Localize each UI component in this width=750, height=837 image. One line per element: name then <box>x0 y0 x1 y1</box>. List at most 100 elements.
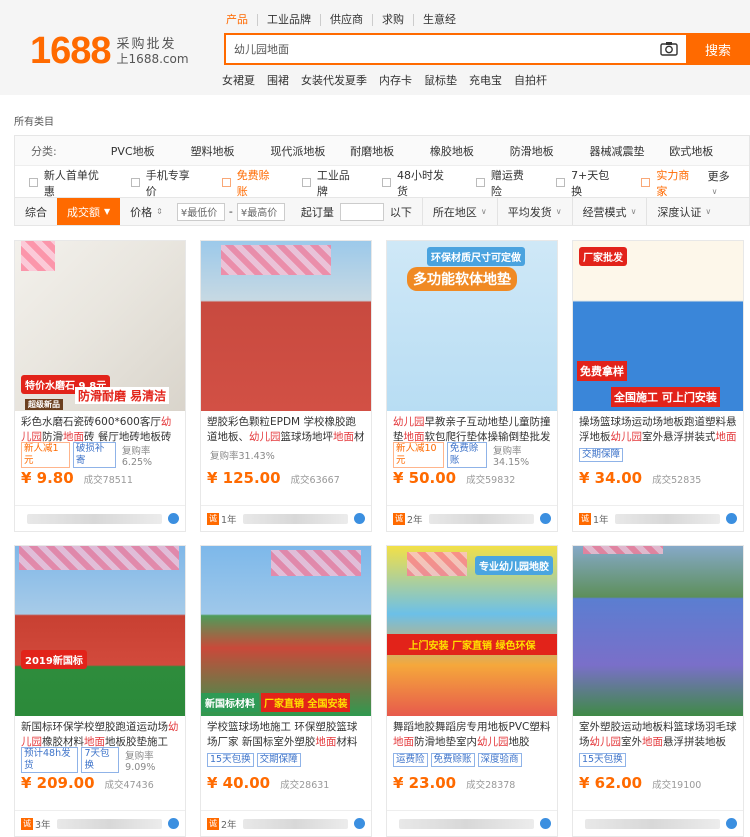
category-item[interactable]: 防滑地板 <box>510 143 590 159</box>
product-title[interactable]: 新国标环保学校塑胶跑道运动场幼儿园橡胶材料地面地板胶垫施工 <box>15 716 185 750</box>
tab-products[interactable]: 产品 <box>226 14 258 26</box>
shop-row[interactable]: 诚 2年 <box>387 505 557 531</box>
category-item[interactable]: 耐磨地板 <box>350 143 430 159</box>
product-image[interactable]: 厂家批发 免费拿样 全国施工 可上门安装 <box>573 241 743 411</box>
chat-icon[interactable] <box>354 818 365 829</box>
tab-suppliers[interactable]: 供应商 <box>321 14 373 26</box>
shop-row[interactable] <box>573 810 743 836</box>
product-title[interactable]: 塑胶彩色颗粒EPDM 学校橡胶跑道地板、幼儿园篮球场地坪地面材料 <box>201 411 371 445</box>
tab-industrial-brand[interactable]: 工业品牌 <box>258 14 321 26</box>
shop-name-blurred[interactable] <box>56 818 162 829</box>
filter-option[interactable]: 免费赊账 <box>221 167 280 199</box>
product-title[interactable]: 彩色水磨石瓷砖600*600客厅幼儿园防滑地面砖 餐厅地砖地板砖 <box>15 411 185 445</box>
business-mode-select[interactable]: 经营模式 ∨ <box>571 198 647 225</box>
checkbox[interactable] <box>556 178 566 187</box>
shop-name-blurred[interactable] <box>428 513 534 524</box>
product-title[interactable]: 室外塑胶运动地板料篮球场羽毛球场幼儿园室外地面悬浮拼装地板 <box>573 716 743 750</box>
sort-price[interactable]: 价格 ⇕ <box>120 198 173 225</box>
shop-name-blurred[interactable] <box>242 818 348 829</box>
sort-volume[interactable]: 成交额 ▼ <box>57 198 121 225</box>
shop-row[interactable] <box>387 810 557 836</box>
shop-name-blurred[interactable] <box>399 818 534 829</box>
category-item[interactable]: PVC地板 <box>111 143 191 159</box>
region-select[interactable]: 所在地区 ∨ <box>421 198 497 225</box>
shop-name-blurred[interactable] <box>614 513 720 524</box>
product-image[interactable] <box>201 241 371 411</box>
shipping-select[interactable]: 平均发货 ∨ <box>496 198 572 225</box>
shop-row[interactable] <box>15 505 185 531</box>
product-card[interactable]: 厂家批发 免费拿样 全国施工 可上门安装 操场篮球场运动场地板跑道塑料悬浮地板幼儿园室… <box>572 240 744 532</box>
max-price-input[interactable]: ¥最高价 <box>236 202 285 221</box>
chat-icon[interactable] <box>726 818 737 829</box>
search-input[interactable] <box>224 33 686 65</box>
chat-icon[interactable] <box>168 513 179 524</box>
category-item[interactable]: 器械减震垫 <box>589 143 669 159</box>
product-card[interactable]: 环保材质尺寸可定做 多功能软体地垫 幼儿园早教亲子互动地垫儿童防撞垫地面软包爬行垫体… <box>386 240 558 532</box>
shop-row[interactable]: 诚 1年 <box>201 505 371 531</box>
checkbox[interactable] <box>382 178 391 187</box>
camera-icon[interactable] <box>660 41 678 56</box>
product-card[interactable]: 室外塑胶运动地板料篮球场羽毛球场幼儿园室外地面悬浮拼装地板 15天包换 ¥ 62.0… <box>572 545 744 837</box>
hot-word[interactable]: 女裙夏 <box>222 72 255 88</box>
filter-option[interactable]: 实力商家 <box>641 167 699 199</box>
product-card[interactable]: 新国标材料 厂家直销 全国安装 学校篮球场地施工 环保塑胶篮球场厂家 新国标室外塑胶… <box>200 545 372 837</box>
product-title[interactable]: 操场篮球场运动场地板跑道塑料悬浮地板幼儿园室外悬浮拼装式地面 <box>573 411 743 445</box>
filter-option[interactable]: 工业品牌 <box>301 167 360 199</box>
tab-business-tips[interactable]: 生意经 <box>414 14 465 26</box>
checkbox[interactable] <box>641 178 651 187</box>
checkbox[interactable] <box>29 178 38 187</box>
product-image[interactable]: 新国标材料 厂家直销 全国安装 <box>201 546 371 716</box>
category-item[interactable]: 欧式地板 <box>669 143 749 159</box>
product-card[interactable]: 2019新国标 新国标环保学校塑胶跑道运动场幼儿园橡胶材料地面地板胶垫施工 预计48… <box>14 545 186 837</box>
filter-option[interactable]: 新人首单优惠 <box>29 167 109 199</box>
chat-icon[interactable] <box>354 513 365 524</box>
product-image[interactable]: 特价水磨石 9.8元 超级新品 防滑耐磨 易清洁 <box>15 241 185 411</box>
shop-row[interactable]: 诚 1年 <box>573 505 743 531</box>
shop-name-blurred[interactable] <box>242 513 348 524</box>
filter-option[interactable]: 赠运费险 <box>476 167 534 199</box>
certification-select[interactable]: 深度认证 ∨ <box>646 198 721 225</box>
breadcrumb[interactable]: 所有类目 <box>14 113 54 128</box>
checkbox[interactable] <box>476 178 485 187</box>
category-item[interactable]: 塑料地板 <box>191 143 271 159</box>
shop-name-blurred[interactable] <box>27 513 162 524</box>
category-item[interactable]: 橡胶地板 <box>430 143 510 159</box>
product-card[interactable]: 特价水磨石 9.8元 超级新品 防滑耐磨 易清洁 彩色水磨石瓷砖600*600客厅幼儿… <box>14 240 186 532</box>
product-image[interactable]: 环保材质尺寸可定做 多功能软体地垫 <box>387 241 557 411</box>
product-image[interactable]: 专业幼儿园地胶 上门安装 厂家直销 绿色环保 <box>387 546 557 716</box>
product-title[interactable]: 学校篮球场地施工 环保塑胶篮球场厂家 新国标室外塑胶地面材料 <box>201 716 371 750</box>
min-price-input[interactable]: ¥最低价 <box>176 202 225 221</box>
checkbox[interactable] <box>130 178 140 187</box>
product-title[interactable]: 幼儿园早教亲子互动地垫儿童防撞垫地面软包爬行垫体操输倒垫批发 <box>387 411 557 445</box>
chat-icon[interactable] <box>726 513 737 524</box>
checkbox[interactable] <box>221 178 231 187</box>
shop-row[interactable]: 诚 2年 <box>201 810 371 836</box>
filter-option[interactable]: 48小时发货 <box>382 167 454 199</box>
search-button[interactable]: 搜索 <box>686 33 750 65</box>
more-options-button[interactable]: 更多∨ <box>708 168 739 197</box>
logo[interactable]: 1688 采购批发 上1688.com <box>30 30 189 73</box>
product-image[interactable]: 2019新国标 <box>15 546 185 716</box>
hot-word[interactable]: 自拍杆 <box>514 72 547 88</box>
filter-option[interactable]: 7+天包换 <box>556 167 619 199</box>
tab-buying-requests[interactable]: 求购 <box>373 14 414 26</box>
moq-input[interactable] <box>339 202 384 221</box>
shop-name-blurred[interactable] <box>585 818 720 829</box>
filter-option[interactable]: 手机专享价 <box>130 167 200 199</box>
category-item[interactable]: 现代派地板 <box>270 143 350 159</box>
hot-word[interactable]: 女装代发夏季 <box>301 72 367 88</box>
hot-word[interactable]: 鼠标垫 <box>424 72 457 88</box>
checkbox[interactable] <box>301 178 311 187</box>
hot-word[interactable]: 内存卡 <box>379 72 412 88</box>
chat-icon[interactable] <box>540 818 551 829</box>
product-card[interactable]: 专业幼儿园地胶 上门安装 厂家直销 绿色环保 舞蹈地胶舞蹈房专用地板PVC塑料地面防… <box>386 545 558 837</box>
product-title[interactable]: 舞蹈地胶舞蹈房专用地板PVC塑料地面防滑地垫室内幼儿园地胶 <box>387 716 557 750</box>
chat-icon[interactable] <box>540 513 551 524</box>
product-card[interactable]: 塑胶彩色颗粒EPDM 学校橡胶跑道地板、幼儿园篮球场地坪地面材料复购率31.43… <box>200 240 372 532</box>
sort-overall[interactable]: 综合 <box>15 198 57 225</box>
hot-word[interactable]: 围裙 <box>267 72 289 88</box>
shop-row[interactable]: 诚 3年 <box>15 810 185 836</box>
hot-word[interactable]: 充电宝 <box>469 72 502 88</box>
product-image[interactable] <box>573 546 743 716</box>
chat-icon[interactable] <box>168 818 179 829</box>
